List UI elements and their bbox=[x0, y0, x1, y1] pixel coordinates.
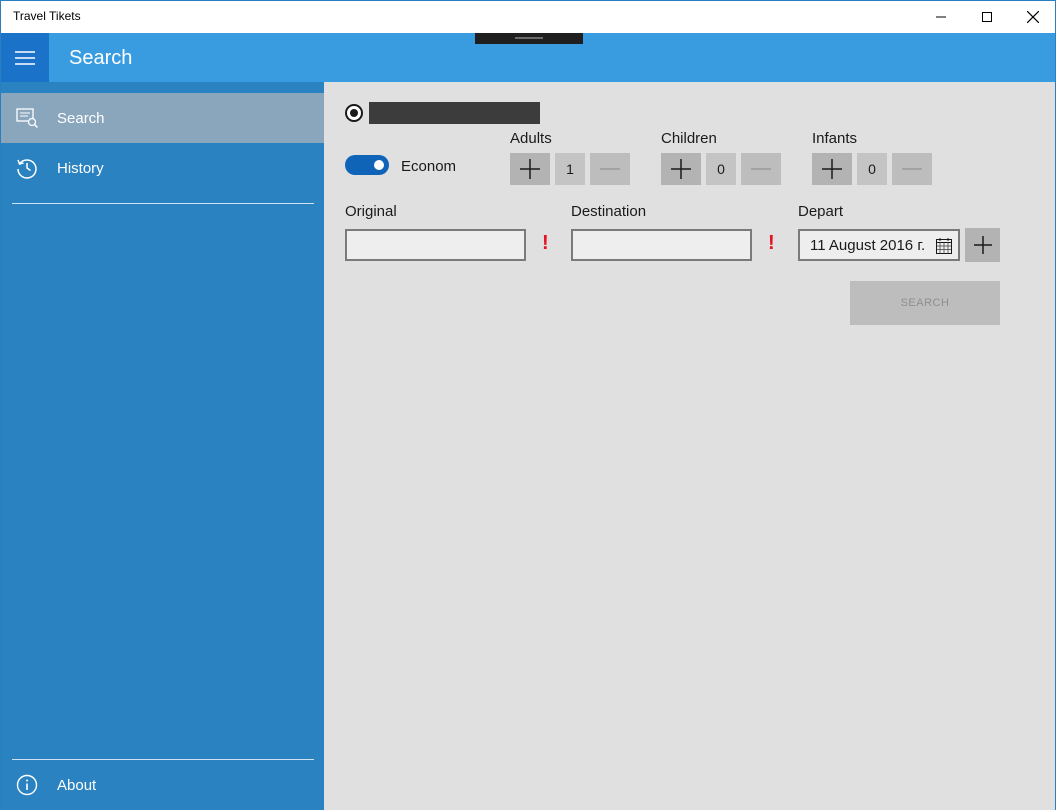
redacted-label bbox=[369, 102, 540, 124]
app-window: Travel Tikets Search Search History Abou… bbox=[0, 0, 1056, 810]
window-title: Travel Tikets bbox=[13, 9, 81, 23]
title-bar: Travel Tikets bbox=[1, 1, 1055, 33]
plus-icon bbox=[671, 159, 691, 179]
search-form: Econom Adults 1 Children 0 Infants 0 Ori… bbox=[324, 82, 1055, 810]
children-count: 0 bbox=[706, 153, 736, 185]
sidebar-item-history[interactable]: History bbox=[1, 143, 324, 193]
minus-icon bbox=[600, 168, 620, 170]
app-header: Search bbox=[1, 33, 1055, 82]
info-icon bbox=[16, 774, 38, 796]
depart-date-picker[interactable]: 11 August 2016 г. bbox=[798, 229, 960, 261]
infants-count: 0 bbox=[857, 153, 887, 185]
children-increment-button[interactable] bbox=[661, 153, 701, 185]
sidebar-item-about[interactable]: About bbox=[1, 760, 324, 810]
sidebar-item-label: History bbox=[57, 159, 104, 177]
class-toggle[interactable] bbox=[345, 155, 389, 175]
destination-label: Destination bbox=[571, 203, 647, 220]
children-decrement-button[interactable] bbox=[741, 153, 781, 185]
minus-icon bbox=[751, 168, 771, 170]
adults-increment-button[interactable] bbox=[510, 153, 550, 185]
close-icon bbox=[1027, 11, 1039, 23]
minimize-button[interactable] bbox=[918, 1, 964, 33]
search-page-icon bbox=[16, 108, 39, 129]
plus-icon bbox=[973, 236, 992, 254]
page-title: Search bbox=[69, 47, 133, 69]
sidebar-item-label: About bbox=[57, 776, 97, 794]
adults-count: 1 bbox=[555, 153, 585, 185]
close-button[interactable] bbox=[1010, 1, 1056, 33]
sidebar-item-label: Search bbox=[57, 109, 105, 127]
sidebar-divider bbox=[12, 203, 314, 204]
maximize-icon bbox=[982, 12, 992, 22]
hamburger-icon bbox=[15, 50, 35, 65]
hamburger-menu-button[interactable] bbox=[1, 33, 49, 82]
destination-input[interactable] bbox=[571, 229, 752, 261]
adults-label: Adults bbox=[510, 130, 552, 147]
infants-decrement-button[interactable] bbox=[892, 153, 932, 185]
maximize-button[interactable] bbox=[964, 1, 1010, 33]
depart-label: Depart bbox=[798, 203, 844, 220]
origin-label: Original bbox=[345, 203, 397, 220]
sidebar: Search History About bbox=[1, 82, 324, 810]
plus-icon bbox=[822, 159, 842, 179]
destination-warning-icon: ! bbox=[768, 232, 775, 254]
add-return-date-button[interactable] bbox=[965, 228, 1000, 262]
calendar-icon bbox=[936, 238, 952, 254]
infants-increment-button[interactable] bbox=[812, 153, 852, 185]
trip-type-radio[interactable] bbox=[345, 104, 363, 122]
plus-icon bbox=[520, 159, 540, 179]
class-toggle-label: Econom bbox=[401, 158, 457, 175]
children-label: Children bbox=[661, 130, 717, 147]
sidebar-item-search[interactable]: Search bbox=[1, 93, 324, 143]
depart-date-value: 11 August 2016 г. bbox=[810, 237, 926, 254]
history-icon bbox=[17, 159, 37, 179]
minimize-icon bbox=[936, 16, 946, 18]
minus-icon bbox=[902, 168, 922, 170]
search-button[interactable]: SEARCH bbox=[850, 281, 1000, 325]
adults-decrement-button[interactable] bbox=[590, 153, 630, 185]
drag-handle[interactable] bbox=[475, 33, 583, 44]
infants-label: Infants bbox=[812, 130, 858, 147]
origin-input[interactable] bbox=[345, 229, 526, 261]
origin-warning-icon: ! bbox=[542, 232, 549, 254]
